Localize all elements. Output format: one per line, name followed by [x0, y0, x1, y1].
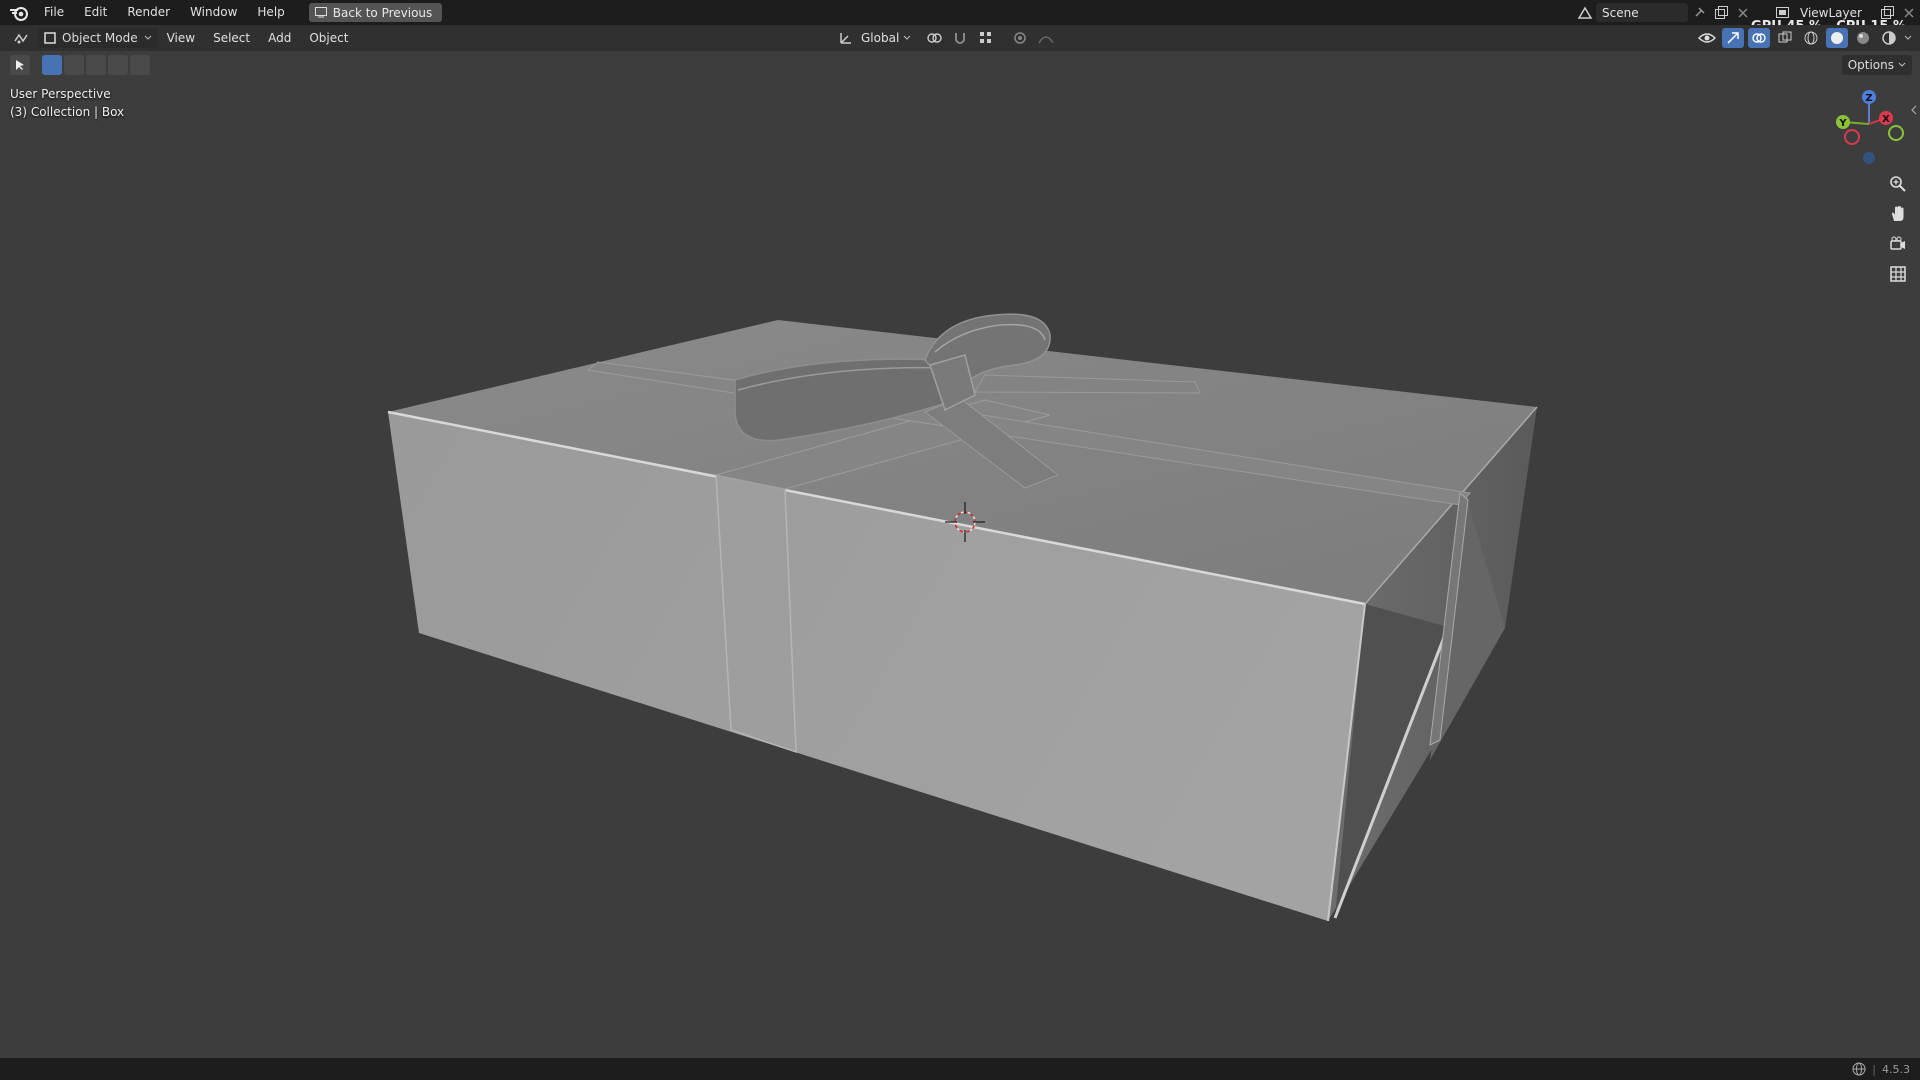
grid-icon[interactable]	[1886, 262, 1910, 286]
gizmo-neg-z-axis[interactable]	[1863, 152, 1875, 164]
version-label: 4.5.3	[1882, 1062, 1910, 1076]
navigation-gizmo[interactable]: Z X Y	[1836, 90, 1904, 164]
gizmo-neg-x-axis[interactable]	[1844, 129, 1860, 145]
gizmo-z-label: Z	[1865, 93, 1872, 104]
gizmo-y-label: Y	[1838, 118, 1847, 129]
status-divider: |	[1872, 1062, 1876, 1076]
hand-icon[interactable]	[1886, 202, 1910, 226]
gift-box-model[interactable]	[387, 313, 1538, 922]
viewport-navigation	[1886, 172, 1910, 286]
sidebar-toggle-icon[interactable]	[1911, 105, 1917, 115]
viewport-3d[interactable]: Z X Y	[0, 0, 1920, 1080]
globe-icon[interactable]	[1852, 1062, 1866, 1076]
gizmo-neg-y-axis[interactable]	[1888, 125, 1904, 141]
status-bar: | 4.5.3	[0, 1058, 1920, 1080]
camera-icon[interactable]	[1886, 232, 1910, 256]
zoom-icon[interactable]	[1886, 172, 1910, 196]
gizmo-x-label: X	[1882, 114, 1890, 125]
